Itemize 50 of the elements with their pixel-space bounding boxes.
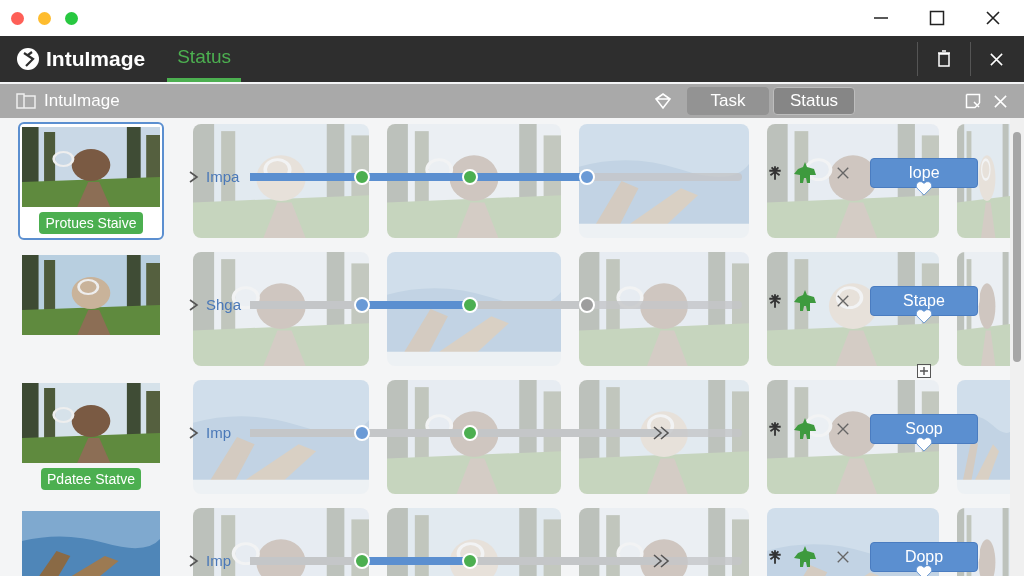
status-badge: Protues Staive <box>39 212 143 234</box>
heart-icon <box>915 308 933 324</box>
heart-icon <box>915 436 933 452</box>
app-name: IntuImage <box>46 46 146 73</box>
action-button[interactable]: Iope <box>870 158 978 188</box>
row-label: Impa <box>206 167 241 187</box>
figure-icon[interactable] <box>792 288 818 314</box>
slider-handle[interactable] <box>353 169 370 186</box>
slider-handle[interactable] <box>579 297 595 314</box>
thumbnail-card[interactable]: Protues Staive <box>18 122 164 240</box>
add-icon[interactable] <box>917 364 931 378</box>
scrollbar[interactable] <box>1010 118 1024 576</box>
slider-handle[interactable] <box>353 425 370 442</box>
maximize-icon[interactable] <box>929 10 945 26</box>
close-icon[interactable] <box>985 10 1001 26</box>
figure-icon[interactable] <box>792 160 818 186</box>
figure-icon[interactable] <box>792 416 818 442</box>
heart-icon <box>915 180 933 196</box>
action-button[interactable]: Soop <box>870 414 978 444</box>
folder-icon <box>16 92 36 110</box>
slider-handle[interactable] <box>461 425 478 442</box>
panel-tab[interactable]: Status <box>773 87 855 115</box>
chevron-icon[interactable] <box>188 298 200 313</box>
panel-title: IntuImage <box>44 90 120 113</box>
thumbnail-card[interactable]: Pdatee Statve <box>18 378 164 496</box>
asterisk-icon[interactable] <box>768 165 782 181</box>
asterisk-icon[interactable] <box>768 549 782 565</box>
status-badge: Pdatee Statve <box>41 468 141 490</box>
asterisk-icon[interactable] <box>768 421 782 437</box>
row-label: Shga <box>206 295 243 315</box>
chevron-icon[interactable] <box>188 426 200 441</box>
bookmark-icon[interactable] <box>965 93 981 109</box>
slider-handle[interactable] <box>461 553 478 570</box>
slider-handle[interactable] <box>353 553 370 570</box>
row-label: Imp <box>206 423 232 443</box>
action-button[interactable]: Stape <box>870 286 978 316</box>
diamond-icon[interactable] <box>653 92 673 110</box>
chevron-icon[interactable] <box>188 554 200 569</box>
slider-handle[interactable] <box>353 297 370 314</box>
figure-icon[interactable] <box>792 544 818 570</box>
chevron-icon[interactable] <box>188 170 200 185</box>
slider-handle[interactable] <box>579 169 595 186</box>
trash-icon[interactable] <box>936 50 952 68</box>
slider-handle[interactable] <box>461 169 478 186</box>
action-button[interactable]: Dopp <box>870 542 978 572</box>
slider-handle[interactable] <box>461 297 478 314</box>
row-label: Imp <box>206 551 232 571</box>
asterisk-icon[interactable] <box>768 293 782 309</box>
panel-tab[interactable]: Task <box>687 87 769 115</box>
logo-icon <box>16 47 40 71</box>
